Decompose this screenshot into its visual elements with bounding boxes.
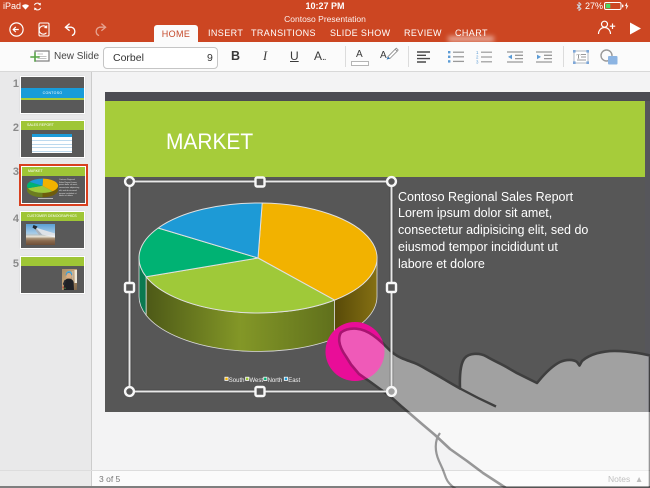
svg-text:East: East xyxy=(288,378,300,384)
svg-text:North: North xyxy=(268,378,283,384)
svg-text:West: West xyxy=(250,378,264,384)
svg-text:South: South xyxy=(229,378,245,384)
